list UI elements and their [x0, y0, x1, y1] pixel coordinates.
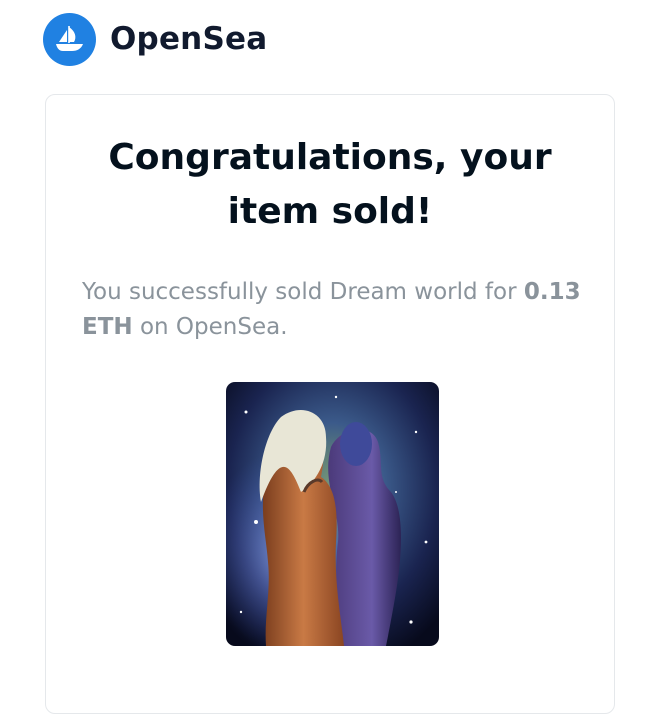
- message-suffix: on OpenSea.: [139, 314, 288, 340]
- headline-line-1: Congratulations, your: [108, 137, 552, 178]
- nft-artwork-image[interactable]: [226, 382, 439, 646]
- email-header: OpenSea: [43, 12, 267, 66]
- headline: Congratulations, your item sold!: [46, 131, 614, 239]
- opensea-logo-icon[interactable]: [43, 12, 96, 66]
- headline-line-2: item sold!: [227, 191, 433, 232]
- message-prefix: You successfully sold Dream world for: [82, 279, 517, 305]
- sale-notification-card: Congratulations, your item sold! You suc…: [45, 94, 615, 714]
- brand-name[interactable]: OpenSea: [110, 21, 267, 57]
- sale-message: You successfully sold Dream world for 0.…: [82, 275, 592, 345]
